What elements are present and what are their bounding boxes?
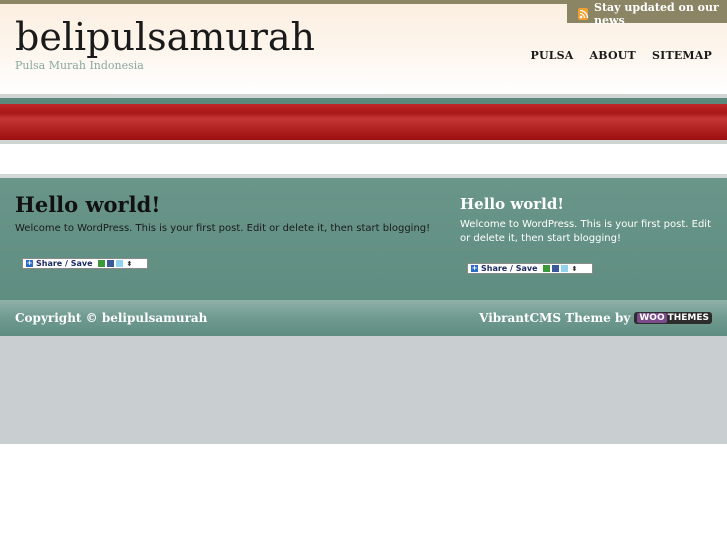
share-label-left: Share / Save [36,259,93,268]
woothemes-logo[interactable]: WOO THEMES [634,312,712,324]
empty-gray-panel [0,336,727,444]
plus-icon: + [26,259,33,267]
share-label-right: Share / Save [481,264,538,273]
post-excerpt-right: Welcome to WordPress. This is your first… [460,219,712,244]
footer-credit: VibrantCMS Theme by WOO THEMES [479,311,712,325]
nav-item-sitemap[interactable]: SITEMAP [652,49,712,62]
site-title[interactable]: belipulsamurah [15,18,315,56]
facebook-icon [106,260,114,267]
divider-band-light-bottom [0,140,727,144]
rss-icon [578,7,589,20]
banner-red-band [0,104,727,140]
footer-copyright: Copyright © belipulsamurah [15,311,208,325]
twitter-icon [560,265,568,272]
twitter-icon [115,260,123,267]
nav-item-pulsa[interactable]: PULSA [530,49,573,62]
share-service-icon [97,260,105,267]
up-down-icon: ⬍ [126,259,133,268]
share-save-button-left[interactable]: + Share / Save ⬍ [22,258,148,269]
post-excerpt-left: Welcome to WordPress. This is your first… [15,223,431,234]
rss-label: Stay updated on our news [594,0,719,27]
rss-subscribe-link[interactable]: Stay updated on our news [567,1,727,27]
site-tagline: Pulsa Murah Indonesia [15,59,144,72]
share-save-button-right[interactable]: + Share / Save ⬍ [467,263,593,274]
post-title-right[interactable]: Hello world! [460,195,564,213]
share-service-icon [542,265,550,272]
nav-item-about[interactable]: ABOUT [590,49,636,62]
footer-credit-text: VibrantCMS Theme by [479,311,631,325]
plus-icon: + [471,264,478,272]
facebook-icon [551,265,559,272]
main-nav: PULSA ABOUT SITEMAP [530,49,712,62]
up-down-icon: ⬍ [571,264,578,273]
post-title-left[interactable]: Hello world! [15,192,161,217]
